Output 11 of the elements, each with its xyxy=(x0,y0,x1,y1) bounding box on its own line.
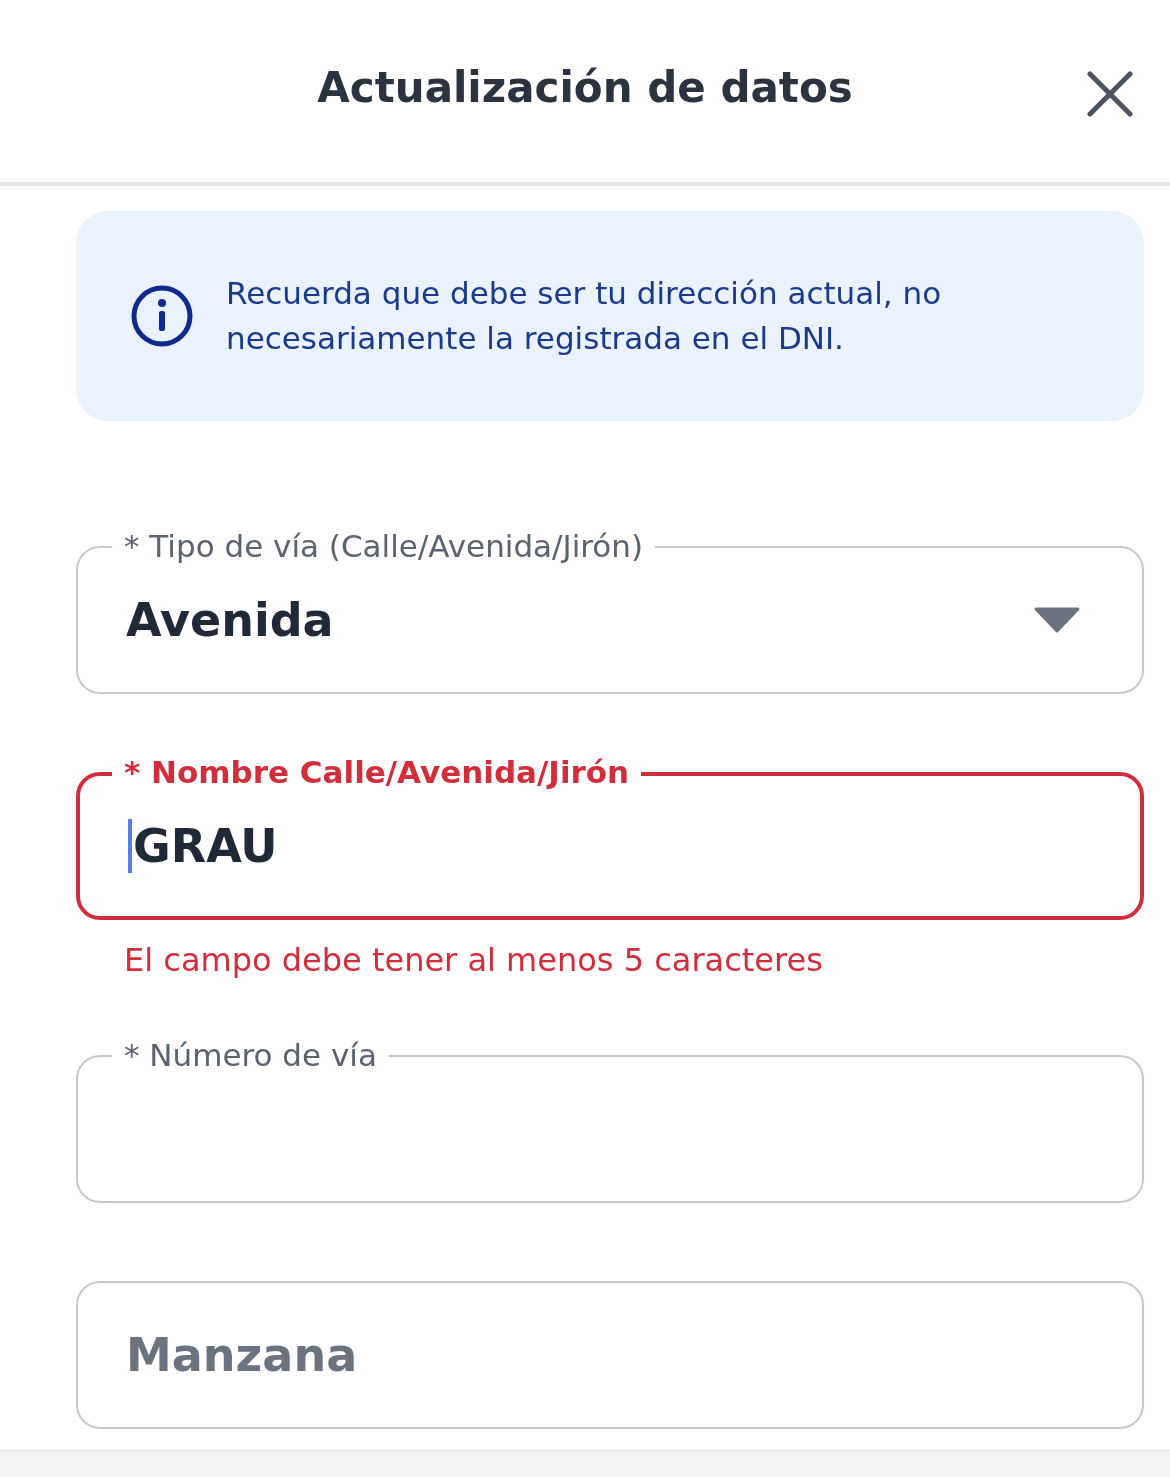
field-placeholder: Manzana xyxy=(126,1327,358,1383)
field-value: GRAU xyxy=(133,818,278,874)
error-message: El campo debe tener al menos 5 caracteres xyxy=(123,940,824,980)
dialog-title: Actualización de datos xyxy=(317,61,853,114)
close-button[interactable] xyxy=(1084,68,1136,120)
text-cursor xyxy=(128,819,132,873)
dropdown-caret-icon xyxy=(1034,607,1080,633)
info-text: Recuerda que debe ser tu dirección actual, no necesariamente la registrada en el DNI. xyxy=(226,274,943,358)
info-icon xyxy=(130,284,194,348)
field-value: Avenida xyxy=(126,592,334,648)
text-field[interactable]: Manzana xyxy=(76,1281,1144,1429)
